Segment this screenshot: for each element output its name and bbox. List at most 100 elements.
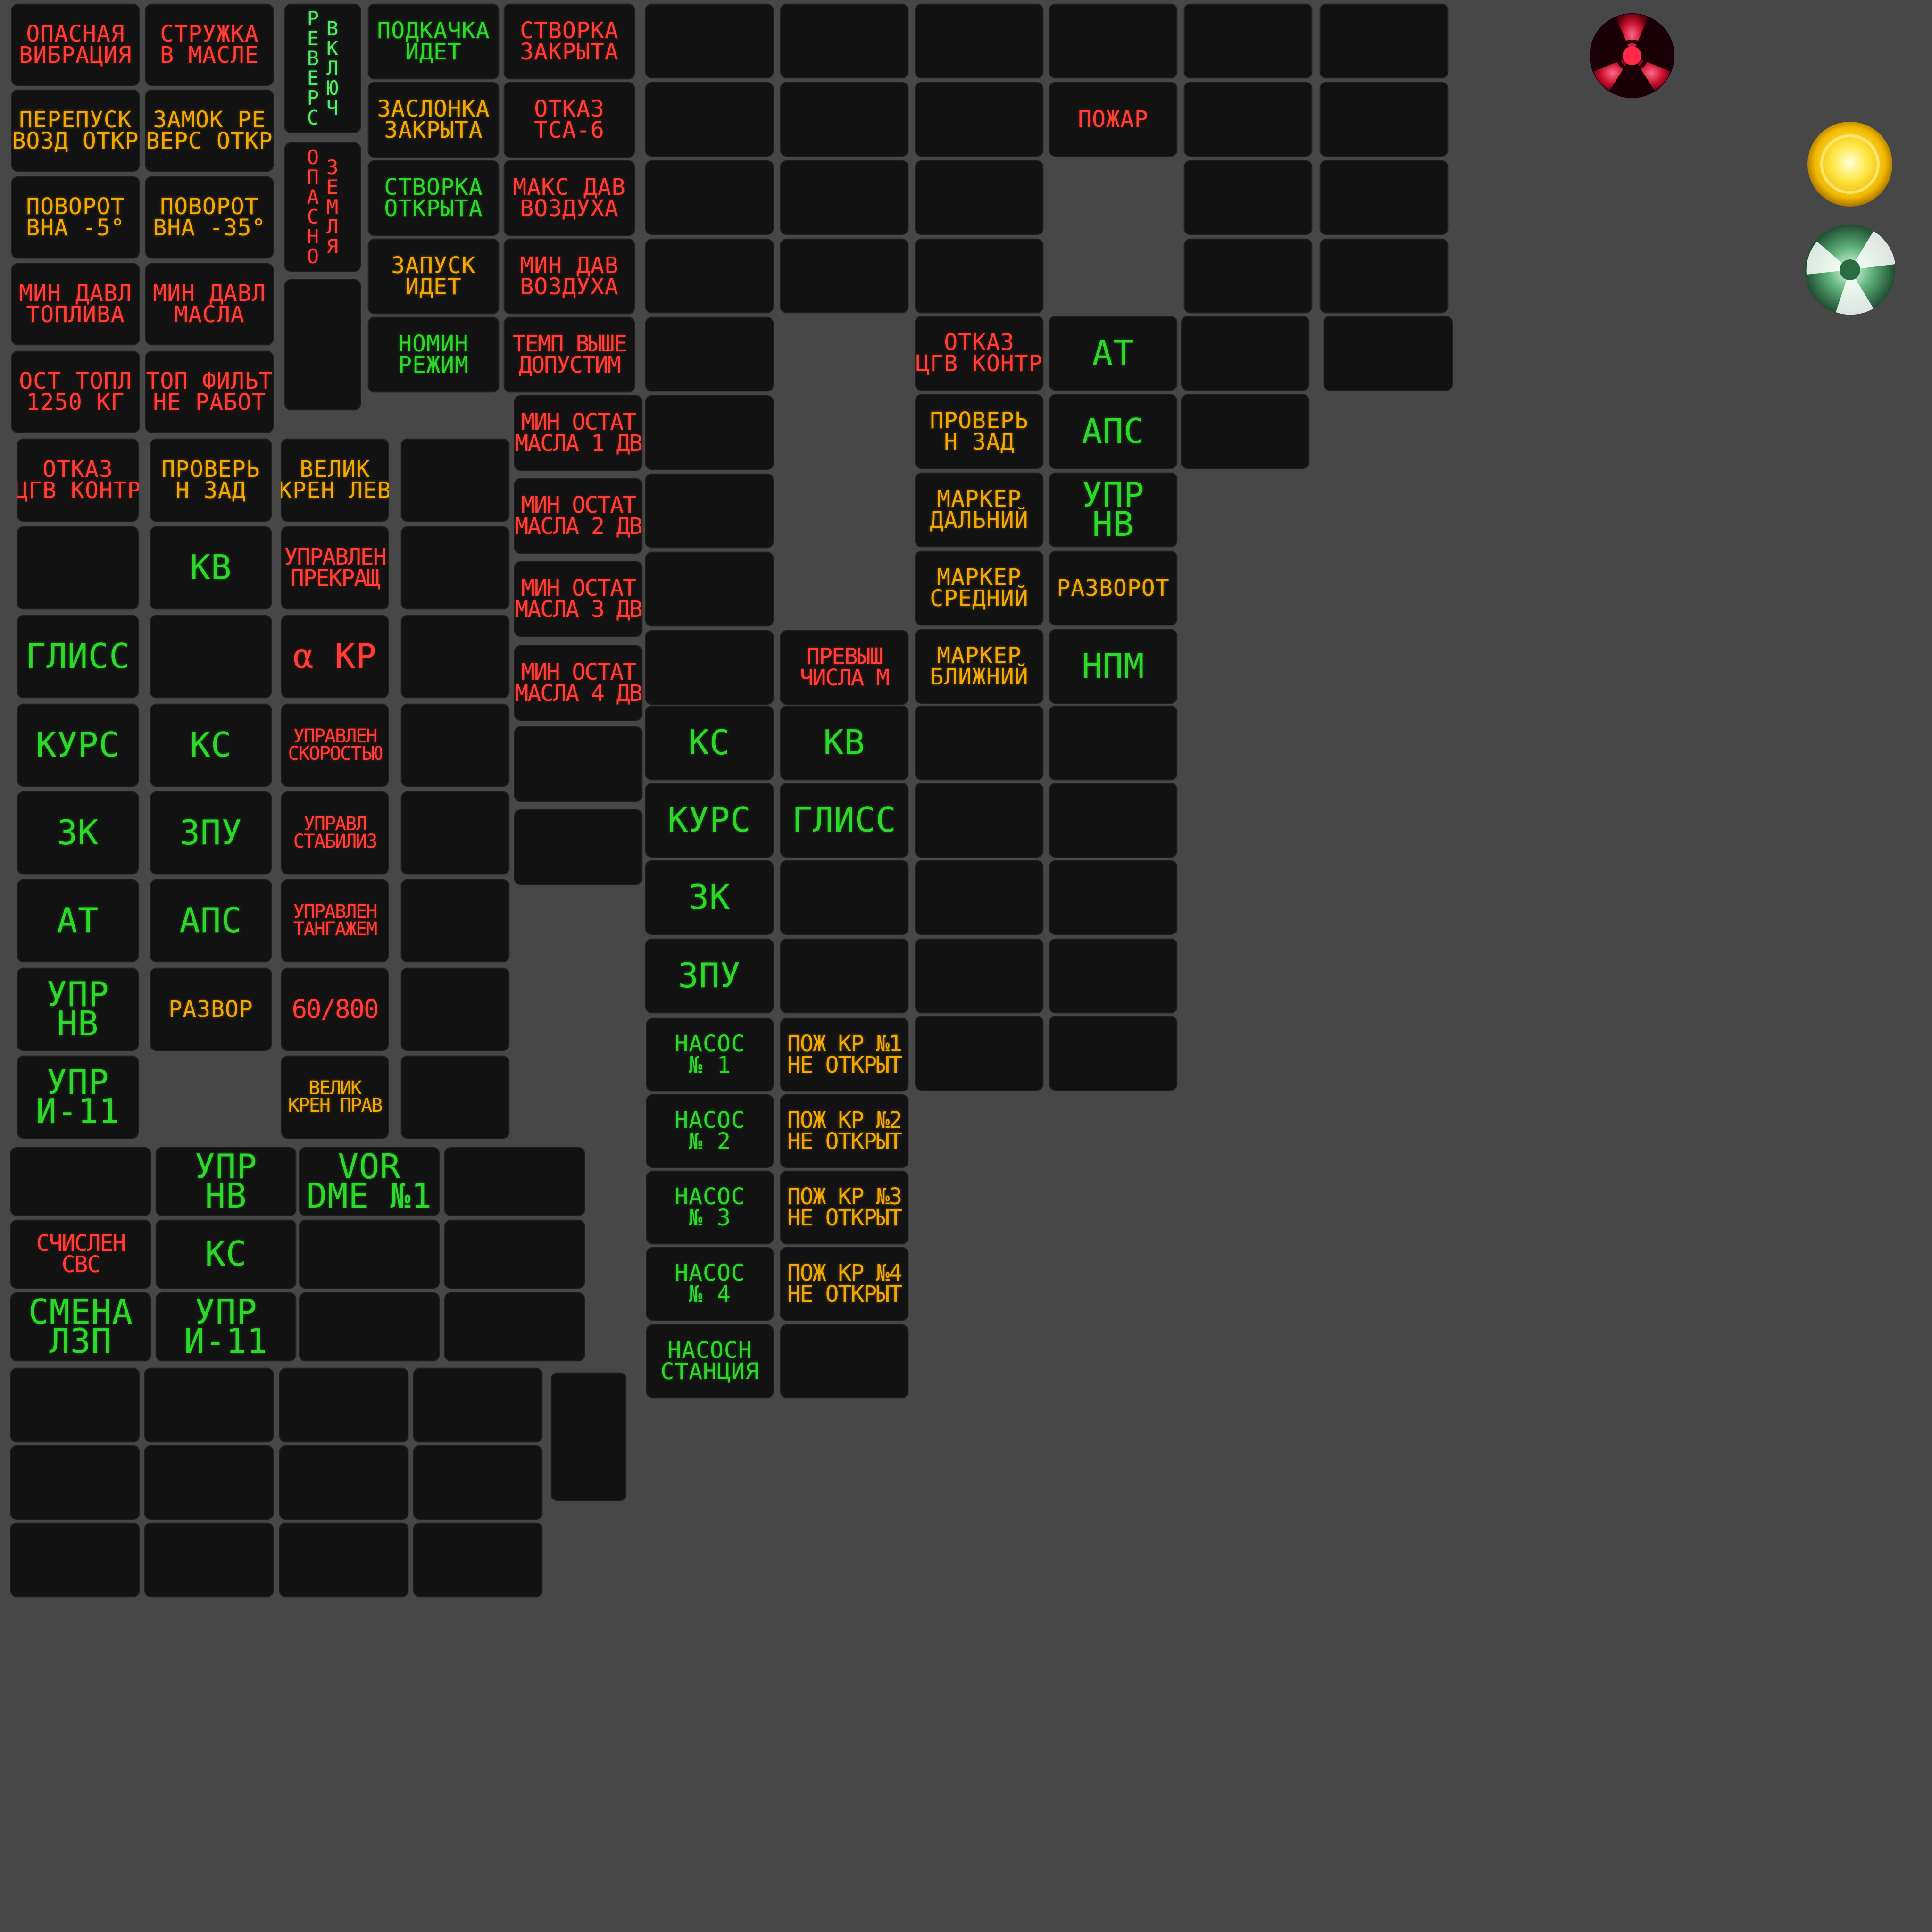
blank-tile (1049, 1016, 1177, 1091)
blank-tile (780, 239, 908, 313)
tile-label: СМЕНА ЛЗП (28, 1292, 133, 1361)
caution-tile-vane-turn-5: ПОВОРОТ ВНА -5° (11, 176, 140, 258)
tile-label: УПРАВЛЕН ТАНГАЖЕМ (293, 900, 378, 940)
tile-label: ЗПУ (678, 956, 741, 996)
blank-tile (401, 526, 509, 609)
blank-tile (413, 1523, 542, 1597)
warning-tile-ground-danger: О П А С Н О З Е М Л Я (284, 142, 361, 272)
blank-tile (780, 1324, 908, 1398)
blank-tile (645, 82, 774, 157)
warning-tile-svs-computed: СЧИСЛЕН СВС (10, 1220, 151, 1289)
blank-tile (413, 1445, 542, 1520)
tile-label: КС (205, 1234, 247, 1274)
warning-tile-fire: ПОЖАР (1049, 82, 1177, 157)
blank-tile (401, 1056, 509, 1139)
indicator-tile-zpu: ЗПУ (645, 939, 774, 1013)
green-lamp (1805, 225, 1895, 315)
indicator-tile-reverse-on: Р Е В Е Р С В К Л Ю Ч (284, 4, 361, 133)
indicator-tile-glideslope: ГЛИСС (780, 783, 908, 858)
blank-tile (1181, 394, 1309, 469)
blank-tile (284, 279, 361, 410)
tile-label: МАКС ДАВ ВОЗДУХА (513, 174, 626, 222)
indicator-tile-kv: КВ (780, 706, 908, 780)
blank-tile (645, 160, 774, 235)
tile-label: ПОЖ КР №3 НЕ ОТКРЫТ (787, 1183, 902, 1231)
blank-tile (1184, 82, 1312, 157)
blank-tile (401, 879, 509, 962)
tile-label: ПОВОРОТ ВНА -5° (26, 193, 125, 241)
caution-tile-inner-marker: МАРКЕР БЛИЖНИЙ (915, 629, 1043, 704)
warning-tile-flap-closed: СТВОРКА ЗАКРЫТА (504, 4, 635, 79)
caution-tile-bank-left: ВЕЛИК КРЕН ЛЕВ (281, 439, 389, 522)
warning-tile-max-air-pressure: МАКС ДАВ ВОЗДУХА (504, 160, 635, 236)
blank-tile (780, 160, 908, 235)
tile-label: ОТКАЗ ЦГВ КОНТР (17, 456, 139, 504)
indicator-tile-pump-4: НАСОС № 4 (646, 1247, 774, 1321)
tile-label: СТВОРКА ЗАКРЫТА (520, 17, 619, 65)
tile-label: ТОП ФИЛЬТ НЕ РАБОТ (146, 368, 273, 416)
tile-label: ВЕЛИК КРЕН ЛЕВ (281, 456, 389, 504)
tile-label: МИН ОСТАТ МАСЛА 2 ДВ (515, 492, 643, 540)
blank-tile (915, 706, 1043, 780)
indicator-tile-at: АТ (1049, 316, 1177, 391)
blank-tile (645, 317, 774, 391)
warning-tile-min-oil-engine-1: МИН ОСТАТ МАСЛА 1 ДВ (514, 395, 642, 471)
indicator-tile-at: АТ (17, 879, 139, 962)
blank-tile (915, 939, 1043, 1013)
tile-label: СТРУЖКА В МАСЛЕ (160, 21, 259, 68)
caution-tile-check-n-set: ПРОВЕРЬ Н ЗАД (915, 394, 1043, 469)
blank-tile (1184, 160, 1312, 235)
warning-tile-speed-control: УПРАВЛЕН СКОРОСТЬЮ (281, 704, 389, 787)
tile-label: КС (688, 723, 731, 763)
tile-label-col2: З Е М Л Я (326, 156, 339, 258)
tile-label: ПОЖ КР №4 НЕ ОТКРЫТ (787, 1260, 902, 1307)
tile-label: МИН ОСТАТ МАСЛА 4 ДВ (515, 659, 643, 707)
tile-label: МАРКЕР ДАЛЬНИЙ (930, 486, 1029, 533)
blank-tile (514, 726, 642, 802)
caution-tile-turn: РАЗВОР (150, 968, 272, 1051)
indicator-tile-lzp-change: СМЕНА ЛЗП (10, 1292, 151, 1361)
warning-tile-min-air-pressure: МИН ДАВ ВОЗДУХА (504, 239, 635, 314)
indicator-tile-ks: КС (156, 1220, 296, 1289)
tile-label: УПР НВ (194, 1147, 258, 1216)
blank-tile (1049, 860, 1177, 935)
blank-tile (915, 82, 1043, 157)
tile-label: ПРОВЕРЬ Н ЗАД (930, 408, 1029, 455)
blank-tile (1181, 316, 1309, 391)
annunciator-texture-sheet: ОПАСНАЯ ВИБРАЦИЯ СТРУЖКА В МАСЛЕ ПЕРЕПУС… (0, 0, 1932, 1932)
caution-tile-middle-marker: МАРКЕР СРЕДНИЙ (915, 551, 1043, 625)
blank-tile (1320, 160, 1448, 235)
blank-tile (645, 239, 774, 313)
warning-tile-min-oil-engine-2: МИН ОСТАТ МАСЛА 2 ДВ (514, 478, 642, 554)
blank-tile (780, 4, 908, 78)
tile-label: АПС (179, 900, 242, 941)
indicator-tile-npm: НПМ (1049, 629, 1177, 704)
tile-label: ЗК (57, 813, 99, 853)
tile-label: ЗАМОК РЕ ВЕРС ОТКР (146, 107, 273, 154)
blank-tile (10, 1368, 140, 1442)
warning-tile-fuel-filter: ТОП ФИЛЬТ НЕ РАБОТ (145, 351, 274, 433)
tile-label: КУРС (36, 725, 120, 765)
indicator-tile-flap-open: СТВОРКА ОТКРЫТА (368, 160, 499, 236)
blank-tile (780, 939, 908, 1013)
caution-tile-vane-turn-35: ПОВОРОТ ВНА -35° (145, 176, 274, 258)
blank-tile (1049, 706, 1177, 780)
warning-tile-chips-in-oil: СТРУЖКА В МАСЛЕ (145, 4, 274, 86)
tile-label: ЗПУ (179, 813, 242, 853)
blank-tile (915, 239, 1043, 313)
blank-tile (551, 1373, 626, 1501)
tile-label: КВ (823, 723, 866, 763)
warning-tile-dangerous-vibration: ОПАСНАЯ ВИБРАЦИЯ (11, 4, 140, 86)
tile-label: КУРС (667, 800, 751, 840)
indicator-tile-nominal-mode: НОМИН РЕЖИМ (368, 317, 499, 392)
blank-tile (144, 1445, 274, 1520)
indicator-tile-pump-1: НАСОС № 1 (646, 1018, 774, 1091)
blank-tile (1324, 316, 1453, 391)
indicator-tile-upr-nv: УПР НВ (1049, 473, 1177, 547)
caution-tile-fire-valve-4-not-open: ПОЖ КР №4 НЕ ОТКРЫТ (780, 1247, 908, 1321)
indicator-tile-glideslope: ГЛИСС (17, 615, 139, 698)
warning-tile-temp-above-limit: ТЕМП ВЫШЕ ДОПУСТИМ (504, 317, 635, 392)
warning-tile-stabilization-control: УПРАВЛ СТАБИЛИЗ (281, 791, 389, 874)
warning-tile-min-oil-pressure: МИН ДАВЛ МАСЛА (145, 263, 274, 345)
blank-tile (444, 1292, 585, 1361)
